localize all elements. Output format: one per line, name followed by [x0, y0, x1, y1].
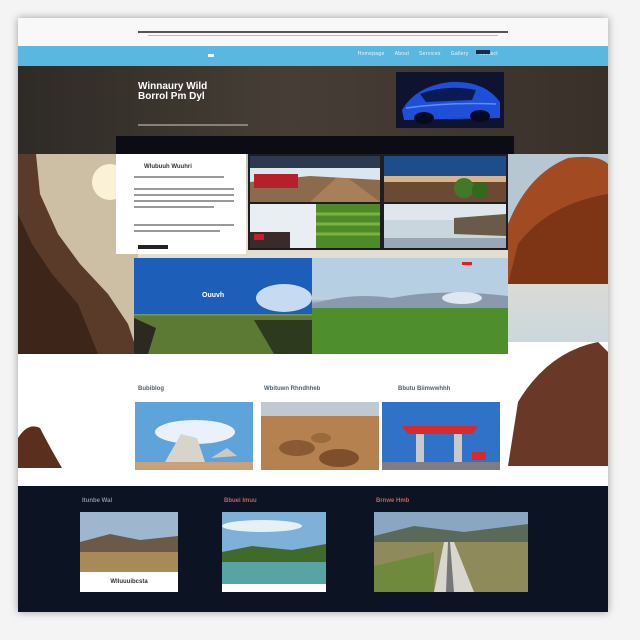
article-text-line — [134, 200, 234, 202]
hero-title-line-2: Borrol Pm Dyl — [138, 91, 205, 102]
grid-tile-greenhouse[interactable] — [250, 204, 380, 248]
rock-left-image — [18, 426, 62, 468]
wide-banner-tag — [462, 262, 472, 265]
footer-column-1-heading: Itunbe Wal — [82, 498, 113, 504]
read-more-button[interactable] — [138, 245, 168, 249]
grid-tile-stadium[interactable] — [250, 156, 380, 202]
grid-tile-sunset[interactable] — [384, 156, 506, 202]
article-text-line — [134, 188, 234, 190]
article-text-line — [134, 224, 234, 226]
wide-banner-sky[interactable]: Ouuvh — [134, 258, 312, 354]
nav-item-services[interactable]: Services — [419, 51, 441, 57]
footer-card-2-caption — [222, 584, 326, 592]
article-title: Wlubuuh Wuuhri — [144, 164, 192, 170]
image-grid — [248, 154, 508, 250]
nav-item-about[interactable]: About — [395, 51, 410, 57]
section-divider — [18, 470, 608, 486]
scenic-section: Wlubuuh Wuuhri Ouuvh — [18, 154, 608, 354]
browser-address-bar — [18, 18, 608, 46]
nav-search-button[interactable] — [476, 50, 490, 54]
footer-card-1[interactable]: Wlluuuibcsta — [80, 512, 178, 592]
footer-gallery: Itunbe Wal Bbuei Imuu Brnwe Hmb Wlluuuib… — [18, 486, 608, 612]
article-text-line — [134, 206, 214, 208]
featured-article: Wlubuuh Wuuhri — [116, 154, 246, 254]
card-3-title[interactable]: Bbutu Biimwwhhh — [398, 386, 450, 392]
featured-cards-section: Bubiblog Wbituwn Rhndhheb Bbutu Biimwwhh… — [18, 342, 608, 486]
hero-subtitle-bar — [138, 124, 248, 126]
footer-card-1-caption: Wlluuuibcsta — [80, 572, 178, 592]
footer-column-2-heading: Bbuei Imuu — [224, 498, 257, 504]
hero-bottom-strip — [116, 136, 514, 154]
rock-right-image — [508, 342, 608, 466]
hero-car-image[interactable] — [396, 72, 504, 128]
card-1-title[interactable]: Bubiblog — [138, 386, 164, 392]
address-bar-underline — [148, 35, 498, 36]
nav-item-homepage[interactable]: Homepage — [358, 51, 385, 57]
article-text-line — [134, 194, 234, 196]
address-bar-line — [138, 31, 508, 33]
canyon-right-image — [508, 154, 608, 284]
grid-tile-lake[interactable] — [384, 204, 506, 248]
web-page: Homepage About Services Gallery Contact … — [18, 18, 608, 612]
nav-logo-mark[interactable] — [208, 54, 214, 57]
main-navigation: Homepage About Services Gallery Contact — [18, 46, 608, 66]
article-text-line — [134, 230, 220, 232]
nav-item-gallery[interactable]: Gallery — [451, 51, 469, 57]
footer-column-3-heading: Brnwe Hmb — [376, 498, 410, 504]
article-text-line — [134, 176, 224, 178]
wide-banner-field[interactable] — [312, 258, 508, 354]
footer-card-2[interactable] — [222, 512, 326, 592]
footer-card-3[interactable] — [374, 512, 528, 592]
hero-title: Winnaury Wild Borrol Pm Dyl — [138, 82, 258, 102]
card-2-title[interactable]: Wbituwn Rhndhheb — [264, 386, 320, 392]
wide-banner-label: Ouuvh — [202, 292, 225, 299]
